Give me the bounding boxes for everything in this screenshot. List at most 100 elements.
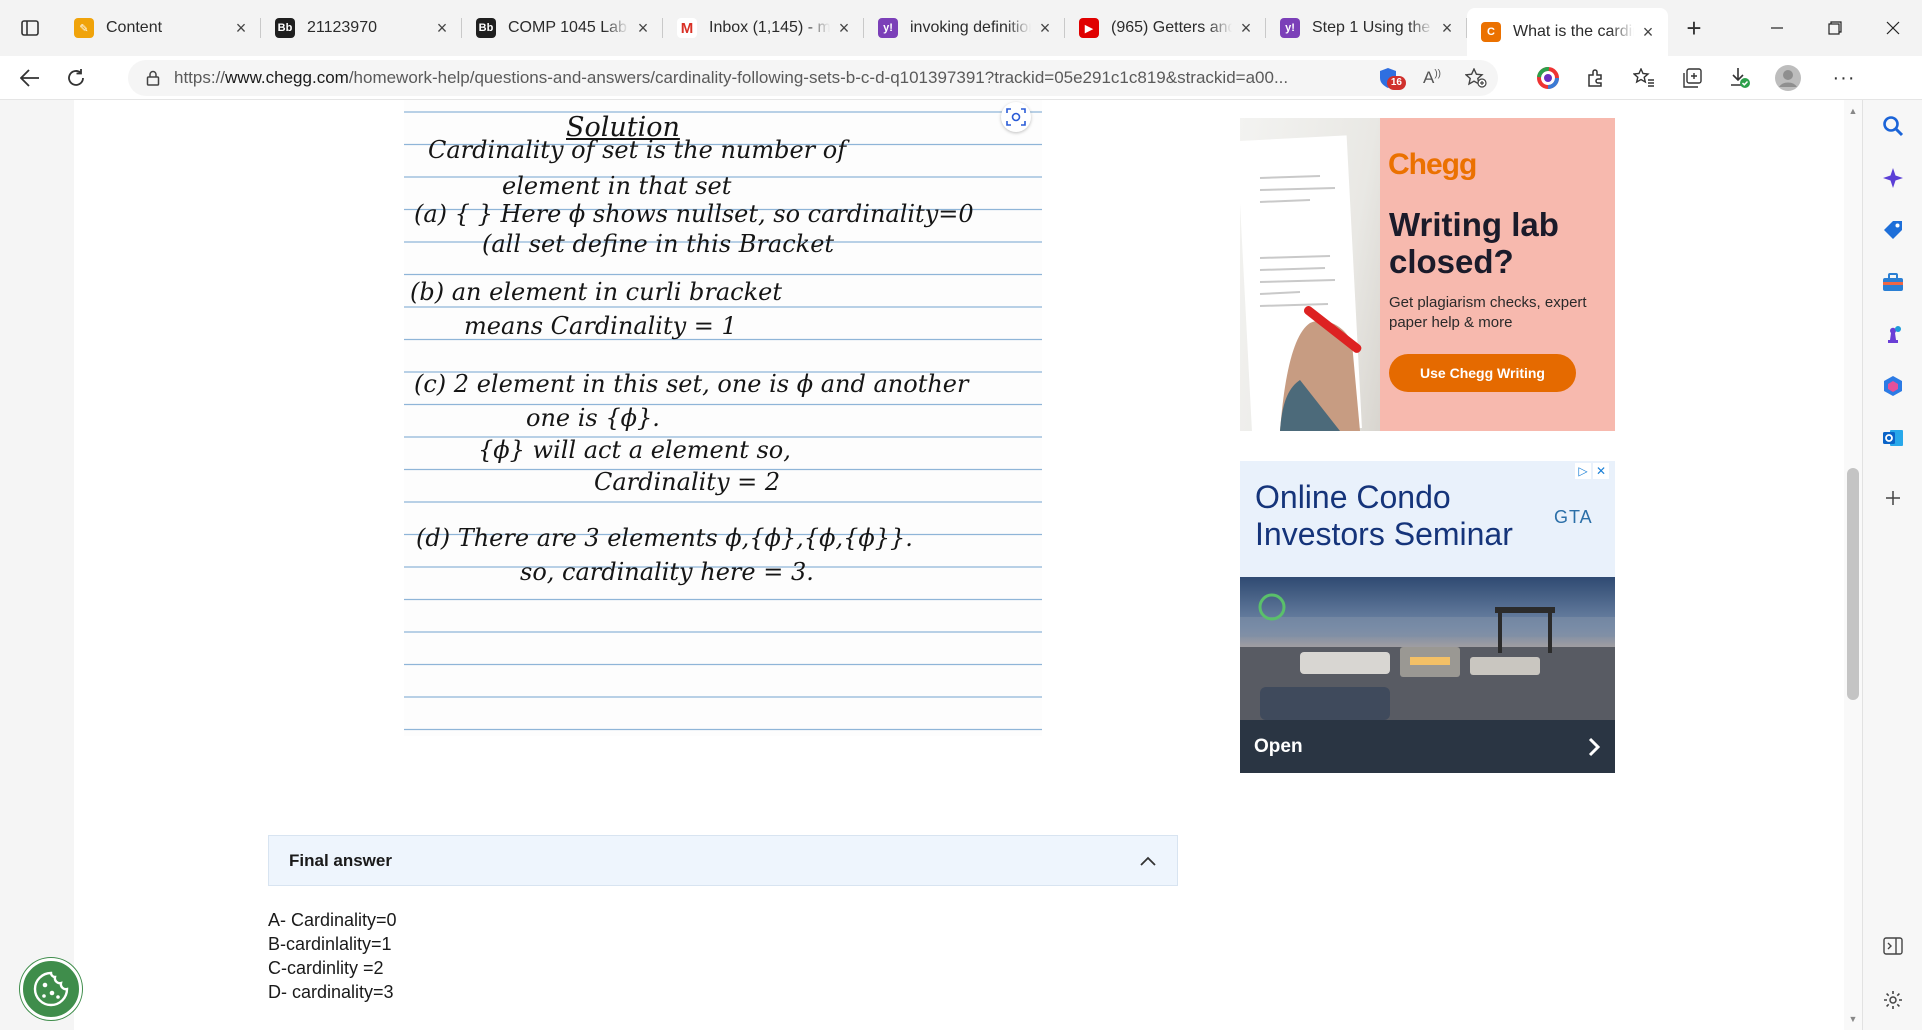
restore-button[interactable] [1806, 0, 1864, 56]
scroll-down-arrow[interactable]: ▼ [1844, 1012, 1862, 1026]
chegg-writing-ad[interactable]: Chegg Writing lab closed? Get plagiarism… [1240, 118, 1615, 431]
tab-strip: ✎ Content × Bb 21123970 × Bb COMP 1045 Lab 3 × M I… [0, 0, 1922, 56]
cookie-icon [33, 971, 69, 1007]
puzzle-icon [1588, 69, 1602, 87]
read-aloud-button[interactable]: A)) [1410, 60, 1454, 96]
close-tab-icon[interactable]: × [633, 18, 653, 39]
tab-actions-button[interactable] [0, 0, 60, 56]
browser-tab[interactable]: M Inbox (1,145) - ms × [663, 8, 864, 48]
ad-choices-icon[interactable]: ▷ [1575, 463, 1591, 479]
back-button[interactable] [10, 60, 50, 96]
avatar-icon [1775, 65, 1801, 91]
star-plus-icon [1465, 68, 1487, 88]
downloads-button[interactable] [1716, 56, 1764, 100]
toolbox-icon [1883, 273, 1903, 291]
sidebar-games-button[interactable] [1863, 314, 1922, 354]
restore-icon [1828, 21, 1842, 35]
close-tab-icon[interactable]: × [834, 18, 854, 39]
sidebar-tools-button[interactable] [1863, 262, 1922, 302]
solution-image: Solution Cardinality of set is the numbe… [404, 100, 1042, 736]
condo-seminar-ad[interactable]: Online Condo Investors Seminar GTA ▷ ✕ O… [1240, 461, 1615, 773]
minimize-button[interactable] [1748, 0, 1806, 56]
chegg-icon: C [1481, 22, 1501, 42]
sidebar-add-button[interactable] [1863, 478, 1922, 518]
close-tab-icon[interactable]: × [231, 18, 251, 39]
refresh-button[interactable] [56, 60, 96, 96]
rooftop-photo [1240, 577, 1615, 720]
sidebar-shopping-button[interactable] [1863, 210, 1922, 250]
solution-line: (b) an element in curli bracket [410, 278, 782, 306]
edge-sidebar [1862, 100, 1922, 1030]
browser-tab[interactable]: ▶ (965) Getters and × [1065, 8, 1266, 48]
close-tab-icon[interactable]: × [432, 18, 452, 39]
sidebar-search-button[interactable] [1863, 106, 1922, 146]
ad-open-label: Open [1254, 735, 1303, 757]
page-content: Solution Cardinality of set is the numbe… [0, 100, 1844, 1030]
color-wheel-icon [1537, 67, 1559, 89]
ad-subtext: Get plagiarism checks, expert paper help… [1389, 294, 1587, 331]
ad-close-icon[interactable]: ✕ [1593, 463, 1609, 479]
close-tab-icon[interactable]: × [1437, 18, 1457, 39]
final-answer-header[interactable]: Final answer [268, 835, 1178, 886]
tab-title: (965) Getters and [1111, 19, 1232, 36]
sidebar-hide-button[interactable] [1863, 926, 1922, 966]
more-dots-icon: ··· [1832, 66, 1856, 89]
extensions-button[interactable] [1572, 56, 1620, 100]
scroll-thumb[interactable] [1847, 468, 1859, 700]
lock-icon[interactable] [144, 69, 162, 87]
browser-tab[interactable]: y! Step 1 Using the × [1266, 8, 1467, 48]
chegg-logo: Chegg [1388, 148, 1477, 181]
color-extension-button[interactable] [1524, 56, 1572, 100]
gear-icon [1884, 991, 1902, 1009]
browser-tab[interactable]: y! invoking definition × [864, 8, 1065, 48]
browser-tab[interactable]: Bb 21123970 × [261, 8, 462, 48]
solution-line: so, cardinality here = 3. [520, 558, 814, 586]
final-answer-text: A- Cardinality=0 B-cardinlality=1 C-cardin… [268, 908, 397, 1004]
solution-line: Cardinality = 2 [594, 468, 781, 496]
new-tab-button[interactable]: + [1672, 8, 1716, 48]
page-scrollbar[interactable]: ▲ ▼ [1844, 100, 1862, 1030]
scroll-up-arrow[interactable]: ▲ [1844, 104, 1862, 118]
ad-choices[interactable]: ▷ ✕ [1575, 463, 1609, 479]
sidebar-microsoft365-button[interactable] [1863, 366, 1922, 406]
final-answer-line: B-cardinlality=1 [268, 934, 392, 954]
ad-paper-image [1240, 118, 1380, 431]
close-tab-icon[interactable]: × [1035, 18, 1055, 39]
final-answer-title: Final answer [289, 850, 392, 870]
search-icon [1883, 116, 1904, 137]
url-text[interactable]: https://www.chegg.com/homework-help/ques… [174, 68, 1364, 88]
browser-tab[interactable]: Bb COMP 1045 Lab 3 × [462, 8, 663, 48]
browser-tab[interactable]: ✎ Content × [60, 8, 261, 48]
minimize-icon [1771, 27, 1783, 29]
close-window-button[interactable] [1864, 0, 1922, 56]
sidebar-copilot-button[interactable] [1863, 158, 1922, 198]
address-bar[interactable]: https://www.chegg.com/homework-help/ques… [128, 60, 1498, 96]
sidebar-settings-button[interactable] [1863, 980, 1922, 1020]
tag-icon [1884, 221, 1902, 239]
close-tab-icon[interactable]: × [1638, 22, 1658, 43]
close-icon [1886, 21, 1900, 35]
close-tab-icon[interactable]: × [1236, 18, 1256, 39]
profile-button[interactable] [1764, 56, 1812, 100]
add-favorite-button[interactable] [1454, 60, 1498, 96]
scan-icon [1006, 108, 1026, 126]
sidebar-outlook-button[interactable] [1863, 418, 1922, 458]
window-controls [1748, 0, 1922, 56]
use-chegg-writing-button[interactable]: Use Chegg Writing [1389, 354, 1576, 392]
extension-shield-button[interactable]: 16 [1366, 60, 1410, 96]
note-icon: ✎ [74, 18, 94, 38]
browser-tab[interactable]: C What is the cardin × [1467, 8, 1668, 56]
chevron-up-icon[interactable] [1139, 855, 1157, 867]
collections-button[interactable] [1668, 56, 1716, 100]
tab-list: ✎ Content × Bb 21123970 × Bb COMP 1045 Lab 3 × M I… [60, 0, 1668, 56]
favorites-button[interactable] [1620, 56, 1668, 100]
collections-icon [1683, 68, 1702, 88]
left-gutter [0, 100, 74, 1030]
image-search-button[interactable] [1001, 102, 1031, 132]
solution-line: (c) 2 element in this set, one is ϕ and … [414, 370, 969, 398]
settings-menu-button[interactable]: ··· [1812, 56, 1876, 100]
tab-title: COMP 1045 Lab 3 [508, 19, 629, 36]
cookie-settings-button[interactable] [20, 958, 82, 1020]
ad-open-bar[interactable]: Open [1240, 720, 1615, 773]
gta-logo: GTA [1554, 507, 1593, 527]
